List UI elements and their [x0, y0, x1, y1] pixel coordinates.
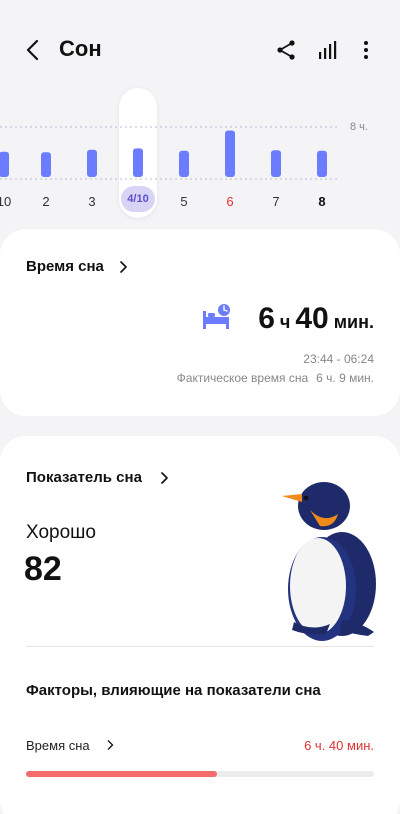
reference-line-label: 8 ч.	[350, 121, 368, 133]
share-icon[interactable]	[274, 38, 298, 62]
chart-bar[interactable]	[133, 148, 143, 177]
chart-bar[interactable]	[41, 152, 51, 177]
bed-icon	[203, 304, 230, 329]
chart-day-label[interactable]: 5	[169, 194, 199, 209]
chevron-right-icon[interactable]	[117, 261, 129, 273]
chart-day-label[interactable]: 3	[77, 194, 107, 209]
factor-progress-track	[26, 771, 374, 777]
page-title: Сон	[59, 36, 102, 61]
chart-day-label[interactable]: 2	[31, 194, 61, 209]
divider	[26, 646, 374, 647]
actual-sleep-value: 6 ч. 9 мин.	[316, 371, 374, 385]
chart-bar[interactable]	[179, 150, 189, 177]
sleep-score-value: 82	[24, 550, 62, 588]
chart-day-label[interactable]: 10	[0, 194, 19, 209]
chart-day-label[interactable]: 6	[215, 194, 245, 209]
duration-minutes: 40	[295, 302, 329, 335]
factors-title: Факторы, влияющие на показатели сна	[26, 682, 321, 699]
factor-progress-fill	[26, 771, 218, 777]
actual-sleep-label: Фактическое время сна	[176, 371, 309, 385]
sleep-time-title[interactable]: Время сна	[26, 258, 104, 275]
chart-bar[interactable]	[87, 149, 97, 177]
actual-sleep-row: Фактическое время сна 6 ч. 9 мин.	[177, 371, 374, 385]
app-header: Сон	[0, 0, 400, 100]
chart-bar[interactable]	[0, 151, 9, 177]
sleep-duration: 6 ч 40 мин.	[258, 302, 374, 336]
duration-hours: 6	[258, 302, 275, 335]
penguin-mascot-icon	[282, 482, 376, 641]
sleep-time-range: 23:44 - 06:24	[303, 352, 374, 366]
selected-date-badge[interactable]: 4/10	[121, 186, 155, 212]
sleep-quality-label: Хорошо	[26, 522, 96, 543]
back-arrow-icon[interactable]	[22, 38, 46, 62]
chevron-right-icon[interactable]	[105, 740, 115, 750]
duration-hours-unit: ч	[279, 312, 291, 332]
chart-bar[interactable]	[271, 150, 281, 177]
more-vert-icon[interactable]	[354, 38, 378, 62]
factor-value-sleep-time: 6 ч. 40 мин.	[304, 738, 374, 753]
chart-day-label[interactable]: 7	[261, 194, 291, 209]
factor-label-sleep-time[interactable]: Время сна	[26, 738, 90, 753]
chart-bar[interactable]	[317, 150, 327, 177]
chevron-right-icon[interactable]	[158, 472, 170, 484]
sleep-score-title[interactable]: Показатель сна	[26, 469, 142, 486]
duration-minutes-unit: мин.	[333, 312, 374, 332]
chart-bar[interactable]	[225, 130, 235, 177]
bar-chart-icon[interactable]	[316, 38, 340, 62]
chart-day-label[interactable]: 8	[307, 194, 337, 209]
